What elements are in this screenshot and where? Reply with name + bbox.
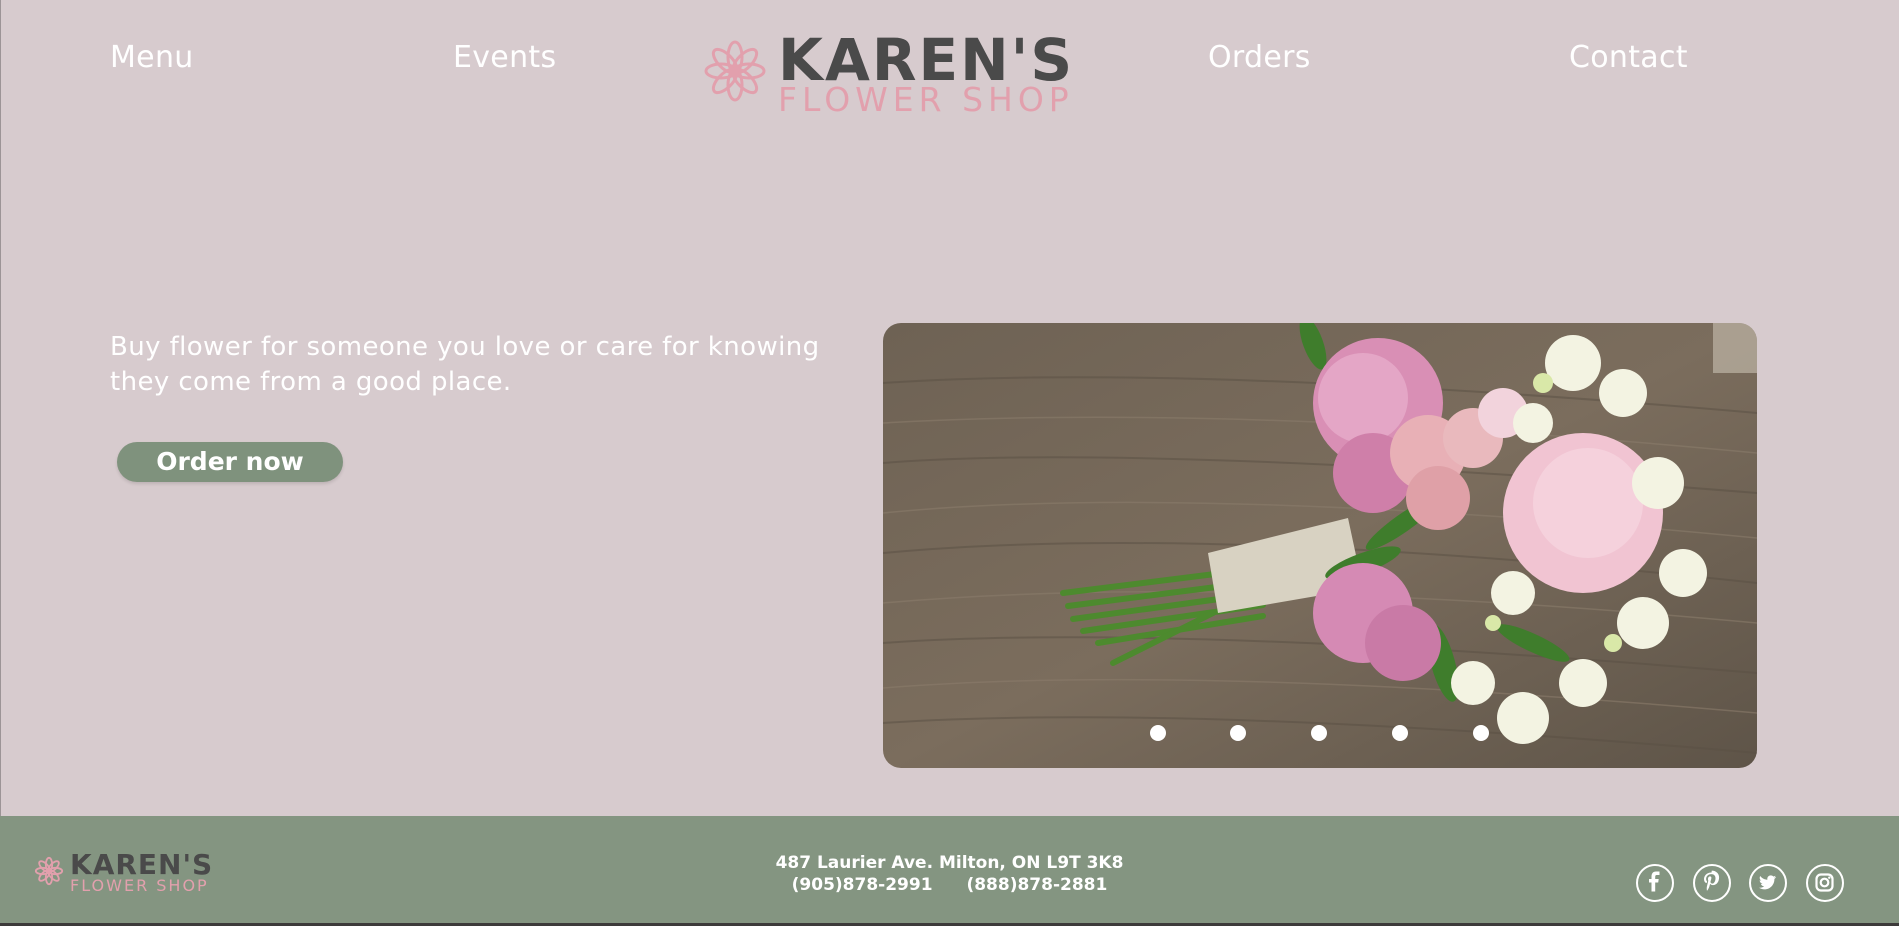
hero-slideshow[interactable] [883, 323, 1757, 768]
facebook-icon[interactable] [1636, 864, 1674, 902]
pinterest-icon[interactable] [1693, 864, 1731, 902]
slide-dot-3[interactable] [1311, 725, 1327, 741]
footer-phones: (905)878-2991 (888)878-2881 [0, 874, 1899, 896]
instagram-icon[interactable] [1806, 864, 1844, 902]
footer: KAREN'S FLOWER SHOP 487 Laurier Ave. Mil… [0, 816, 1899, 923]
footer-phone-1[interactable]: (905)878-2991 [792, 875, 933, 895]
slide-dot-4[interactable] [1392, 725, 1408, 741]
nav-events-link[interactable]: Events [453, 40, 556, 75]
site-logo[interactable]: KAREN'S FLOWER SHOP [700, 28, 1110, 119]
nav-menu-link[interactable]: Menu [110, 40, 194, 75]
nav-contact-link[interactable]: Contact [1569, 40, 1688, 75]
page-left-border [0, 0, 1, 926]
nav-orders-link[interactable]: Orders [1208, 40, 1311, 75]
flower-logo-icon [704, 40, 766, 102]
footer-address: 487 Laurier Ave. Milton, ON L9T 3K8 [775, 853, 1124, 873]
hero-tagline: Buy flower for someone you love or care … [110, 332, 820, 397]
slide-dot-5[interactable] [1473, 725, 1489, 741]
twitter-icon[interactable] [1749, 864, 1787, 902]
slide-dot-1[interactable] [1150, 725, 1166, 741]
slide-dot-2[interactable] [1230, 725, 1246, 741]
logo-subtitle: FLOWER SHOP [778, 80, 1074, 119]
bouquet-photo [883, 323, 1757, 768]
footer-phone-2[interactable]: (888)878-2881 [966, 875, 1107, 895]
order-now-button[interactable]: Order now [117, 442, 343, 482]
